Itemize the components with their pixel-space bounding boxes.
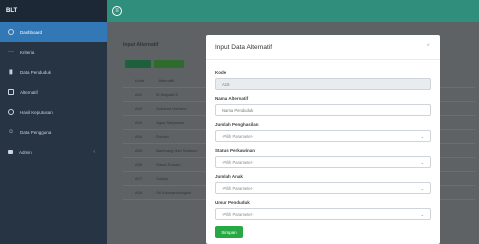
field-label: Jumlah Anak <box>215 174 243 179</box>
table-cell: Suharno Hartono <box>156 106 187 111</box>
chevron-left-icon: ‹ <box>93 149 95 155</box>
nama-alternatif-input[interactable] <box>215 104 431 116</box>
sidebar-item-label: Kriteria <box>20 49 35 55</box>
table-header-cell: Kode <box>135 78 145 83</box>
sidebar-item-hasil-keputusan[interactable]: Hasil Keputusan <box>0 102 107 122</box>
chevron-down-icon: ⌄ <box>420 134 424 139</box>
table-cell: A02 <box>135 106 143 111</box>
modal-body: Kode Nama Alternatif Jumlah Penghasilan … <box>206 60 440 238</box>
print-report-button[interactable] <box>154 60 184 68</box>
dots-icon <box>8 49 14 55</box>
select-value: -Pilih Parameter- <box>222 212 254 217</box>
table-cell: A06 <box>135 162 143 167</box>
table-cell: Sri Kuswardiningsih <box>156 190 192 195</box>
sidebar-item-label: Admin <box>19 149 32 155</box>
select-value: -Pilih Parameter- <box>222 134 254 139</box>
table-header-cell: Alternatif <box>158 78 175 83</box>
table-cell: A03 <box>135 120 143 125</box>
sidebar-item-label: Dashboard <box>20 29 43 35</box>
sidebar-item-label: Data Penduduk <box>20 69 52 75</box>
table-cell: A04 <box>135 134 143 139</box>
field-label: Nama Alternatif <box>215 96 249 101</box>
table-cell: Rohani <box>156 134 169 139</box>
table-cell: Bambang Hari Santoso <box>156 148 198 153</box>
field-status-perkawinan: Status Perkawinan -Pilih Parameter- ⌄ <box>215 148 431 168</box>
page-title: Input Alternatif <box>123 42 159 48</box>
input-alternatif-modal: Input Data Alternatif × Kode Nama Altern… <box>206 35 440 244</box>
jumlah-anak-select[interactable]: -Pilih Parameter- ⌄ <box>215 182 431 194</box>
table-cell: Sukiyo <box>156 176 169 181</box>
modal-header: Input Data Alternatif × <box>206 35 440 60</box>
menu-toggle-icon[interactable]: ≡ <box>112 6 122 16</box>
modal-title: Input Data Alternatif <box>215 44 273 51</box>
table-cell: A05 <box>135 148 143 153</box>
sidebar-item-data-penduduk[interactable]: Data Penduduk <box>0 62 107 82</box>
circle-icon <box>8 29 14 35</box>
sidebar-item-label: Data Pengguna <box>20 129 52 135</box>
sidebar-item-label: Hasil Keputusan <box>20 109 53 115</box>
table-cell: A01 <box>135 92 143 97</box>
square-icon <box>8 89 14 95</box>
save-button[interactable]: Simpan <box>215 226 243 238</box>
kode-input[interactable] <box>215 78 431 90</box>
field-nama-alternatif: Nama Alternatif <box>215 96 431 116</box>
field-label: Kode <box>215 70 227 75</box>
chevron-down-icon: ⌄ <box>420 186 424 191</box>
jumlah-penghasilan-select[interactable]: -Pilih Parameter- ⌄ <box>215 130 431 142</box>
sidebar-item-admin[interactable]: Admin ‹ <box>0 142 107 162</box>
sidebar-item-kriteria[interactable]: Kriteria <box>0 42 107 62</box>
table-cell: A07 <box>135 176 143 181</box>
field-jumlah-penghasilan: Jumlah Penghasilan -Pilih Parameter- ⌄ <box>215 122 431 142</box>
field-jumlah-anak: Jumlah Anak -Pilih Parameter- ⌄ <box>215 174 431 194</box>
table-cell: A08 <box>135 190 143 195</box>
tag-icon <box>8 150 13 154</box>
chevron-down-icon: ⌄ <box>420 212 424 217</box>
field-label: Umur Penduduk <box>215 200 250 205</box>
table-cell: Agus Setyawan <box>156 120 184 125</box>
brand-logo[interactable]: BLT <box>0 0 107 22</box>
chart-icon <box>8 69 14 75</box>
status-perkawinan-select[interactable]: -Pilih Parameter- ⌄ <box>215 156 431 168</box>
field-kode: Kode <box>215 70 431 90</box>
add-button[interactable] <box>125 60 151 68</box>
sidebar-item-dashboard[interactable]: Dashboard <box>0 22 107 42</box>
topbar: ≡ <box>107 0 479 22</box>
sidebar-item-alternatif[interactable]: Alternatif <box>0 82 107 102</box>
close-icon[interactable]: × <box>426 43 430 49</box>
field-umur-penduduk: Umur Penduduk -Pilih Parameter- ⌄ <box>215 200 431 220</box>
select-value: -Pilih Parameter- <box>222 186 254 191</box>
field-label: Status Perkawinan <box>215 148 256 153</box>
select-value: -Pilih Parameter- <box>222 160 254 165</box>
field-label: Jumlah Penghasilan <box>215 122 259 127</box>
chevron-down-icon: ⌄ <box>420 160 424 165</box>
sidebar-item-data-pengguna[interactable]: Data Pengguna <box>0 122 107 142</box>
table-cell: M Mulyadi E <box>156 92 179 97</box>
user-icon <box>8 129 14 135</box>
clock-icon <box>8 109 14 115</box>
table-cell: Siswo Sunoto <box>156 162 181 167</box>
sidebar: BLT Dashboard Kriteria Data Penduduk Alt… <box>0 0 107 244</box>
umur-penduduk-select[interactable]: -Pilih Parameter- ⌄ <box>215 208 431 220</box>
sidebar-item-label: Alternatif <box>20 89 38 95</box>
